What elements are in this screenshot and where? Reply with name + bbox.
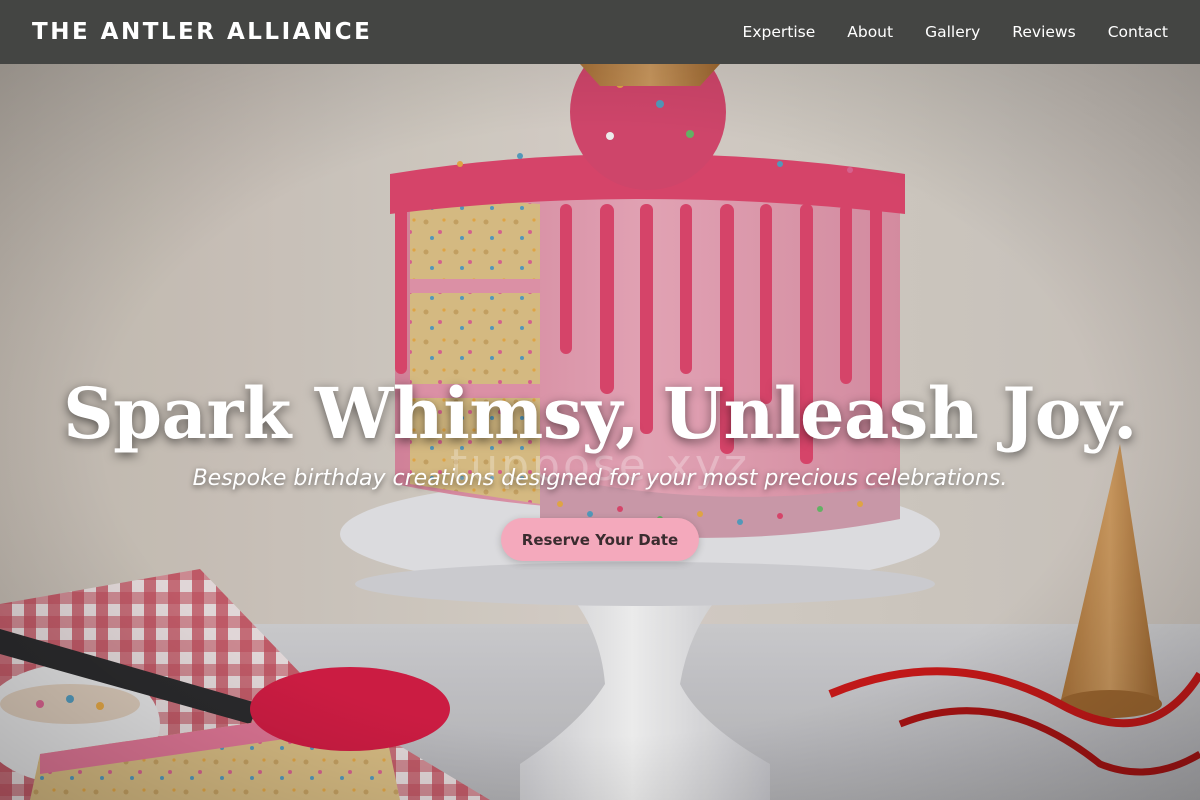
nav-link-expertise[interactable]: Expertise [743,23,816,41]
nav-link-gallery[interactable]: Gallery [925,23,980,41]
site-header: THE ANTLER ALLIANCE Expertise About Gall… [0,0,1200,64]
nav-link-about[interactable]: About [847,23,893,41]
page: THE ANTLER ALLIANCE Expertise About Gall… [0,0,1200,800]
hero-title: Spark Whimsy, Unleash Joy. [63,372,1137,455]
hero-section: tuppose.xyz Spark Whimsy, Unleash Joy. B… [0,64,1200,800]
nav-link-contact[interactable]: Contact [1108,23,1168,41]
reserve-date-button[interactable]: Reserve Your Date [501,518,699,561]
hero-subtitle: Bespoke birthday creations designed for … [192,466,1008,491]
nav-link-reviews[interactable]: Reviews [1012,23,1075,41]
main-nav: Expertise About Gallery Reviews Contact [711,23,1168,41]
brand-logo[interactable]: THE ANTLER ALLIANCE [32,19,372,45]
